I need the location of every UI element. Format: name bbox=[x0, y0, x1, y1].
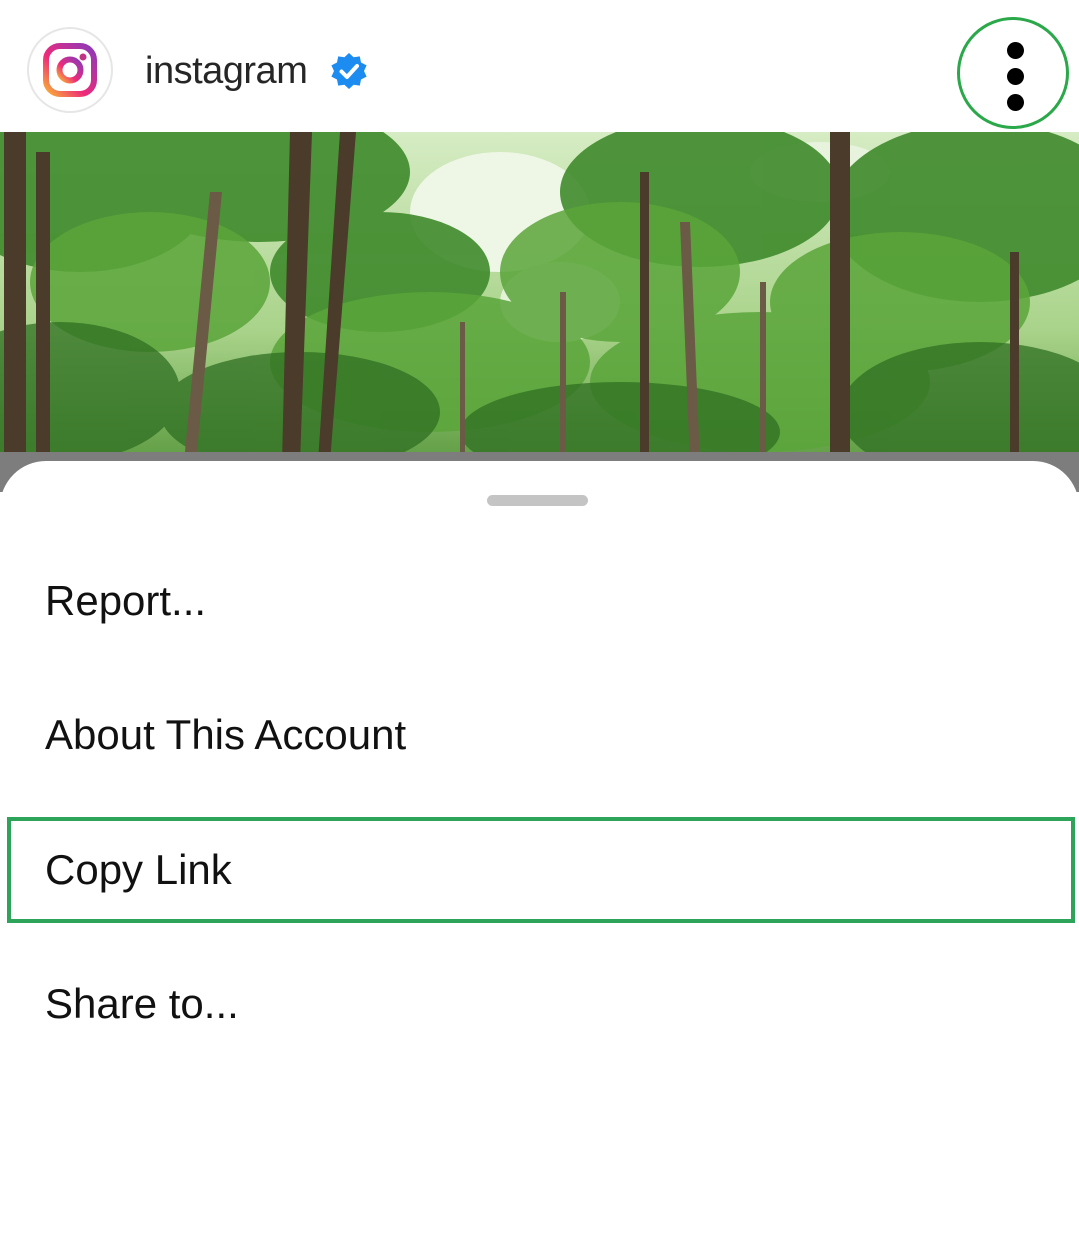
more-options-button[interactable] bbox=[957, 17, 1069, 129]
username-label[interactable]: instagram bbox=[145, 47, 308, 95]
sheet-drag-handle[interactable] bbox=[487, 495, 588, 506]
menu-item-report[interactable]: Report... bbox=[7, 548, 1075, 654]
menu-item-share-to[interactable]: Share to... bbox=[7, 951, 1075, 1057]
menu-item-about-account[interactable]: About This Account bbox=[7, 682, 1075, 788]
options-bottom-sheet: Report... About This Account Copy Link S… bbox=[0, 461, 1079, 1243]
post-header: instagram bbox=[0, 0, 1079, 132]
menu-item-copy-link[interactable]: Copy Link bbox=[7, 817, 1075, 923]
post-image bbox=[0, 132, 1079, 462]
forest-photo bbox=[0, 132, 1079, 462]
verified-badge-icon bbox=[331, 53, 367, 89]
profile-avatar[interactable] bbox=[27, 27, 113, 113]
instagram-logo-icon bbox=[43, 43, 97, 97]
